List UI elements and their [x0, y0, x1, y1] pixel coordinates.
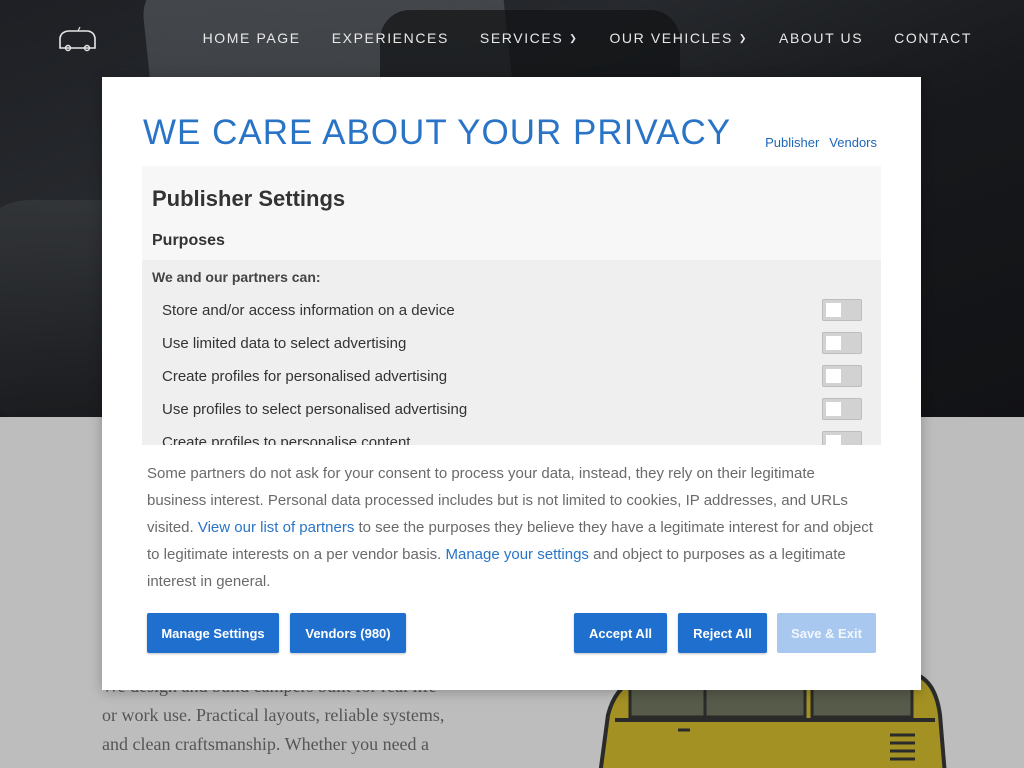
toggle-knob [826, 369, 841, 383]
purpose-row: Use limited data to select advertising [162, 330, 862, 356]
nav-label: CONTACT [894, 30, 972, 46]
nav-services[interactable]: SERVICES ❯ [480, 30, 579, 46]
intro-line: and clean craftsmanship. Whether you nee… [102, 734, 430, 754]
purpose-toggle[interactable] [822, 431, 862, 445]
purpose-row: Store and/or access information on a dev… [162, 297, 862, 323]
chevron-down-icon: ❯ [569, 32, 579, 43]
nav-experiences[interactable]: EXPERIENCES [332, 30, 449, 46]
settings-title: Publisher Settings [152, 186, 346, 211]
purpose-label: Use profiles to select personalised adve… [162, 400, 468, 418]
publisher-link[interactable]: Publisher [765, 135, 819, 150]
chevron-down-icon: ❯ [738, 32, 749, 43]
privacy-consent-dialog: WE CARE ABOUT YOUR PRIVACY Publisher Ven… [102, 77, 921, 690]
purpose-row: Create profiles for personalised adverti… [162, 363, 862, 389]
nav-label: HOME PAGE [202, 30, 301, 46]
nav-home[interactable]: HOME PAGE [203, 30, 301, 46]
nav-label: SERVICES [479, 30, 564, 46]
purpose-toggle[interactable] [822, 365, 862, 387]
partners-list-link[interactable]: View our list of partners [198, 519, 354, 536]
main-nav: HOME PAGE EXPERIENCES SERVICES ❯ OUR VEHI… [203, 30, 972, 46]
nav-label: ABOUT US [779, 30, 864, 46]
purpose-row: Use profiles to select personalised adve… [162, 396, 862, 422]
purpose-label: Use limited data to select advertising [162, 334, 407, 352]
dialog-title: WE CARE ABOUT YOUR PRIVACY [143, 113, 732, 152]
van-logo-icon[interactable] [56, 26, 98, 52]
purposes-list: We and our partners can: Store and/or ac… [142, 260, 881, 445]
nav-label: EXPERIENCES [331, 30, 449, 46]
nav-about-us[interactable]: ABOUT US [779, 30, 863, 46]
manage-settings-link[interactable]: Manage your settings [446, 546, 589, 563]
purpose-toggle[interactable] [822, 332, 862, 354]
toggle-knob [826, 336, 841, 350]
purpose-toggle[interactable] [822, 398, 862, 420]
site-header: HOME PAGE EXPERIENCES SERVICES ❯ OUR VEHI… [0, 0, 1024, 78]
purpose-row: Create profiles to personalise content [162, 429, 862, 445]
toggle-knob [826, 435, 841, 445]
purpose-label: Create profiles for personalised adverti… [162, 367, 448, 385]
partners-label: We and our partners can: [152, 269, 321, 285]
nav-label: OUR VEHICLES [609, 30, 733, 46]
nav-our-vehicles[interactable]: OUR VEHICLES ❯ [609, 30, 748, 46]
vendors-link[interactable]: Vendors [829, 135, 877, 150]
manage-settings-button[interactable]: Manage Settings [147, 613, 279, 653]
legitimate-interest-info: Some partners do not ask for your consen… [147, 460, 877, 595]
purpose-label: Create profiles to personalise content [162, 433, 411, 446]
purpose-label: Store and/or access information on a dev… [162, 301, 455, 319]
reject-all-button[interactable]: Reject All [678, 613, 767, 653]
publisher-settings-panel[interactable]: Publisher Settings Purposes We and our p… [142, 166, 881, 445]
accept-all-button[interactable]: Accept All [574, 613, 667, 653]
purposes-title: Purposes [152, 232, 225, 249]
purpose-toggle[interactable] [822, 299, 862, 321]
vendors-button[interactable]: Vendors (980) [290, 613, 406, 653]
intro-line: or work use. Practical layouts, reliable… [102, 705, 445, 725]
toggle-knob [826, 402, 841, 416]
toggle-knob [826, 303, 841, 317]
dialog-top-links: Publisher Vendors [765, 135, 877, 150]
nav-contact[interactable]: CONTACT [894, 30, 972, 46]
save-exit-button[interactable]: Save & Exit [777, 613, 876, 653]
